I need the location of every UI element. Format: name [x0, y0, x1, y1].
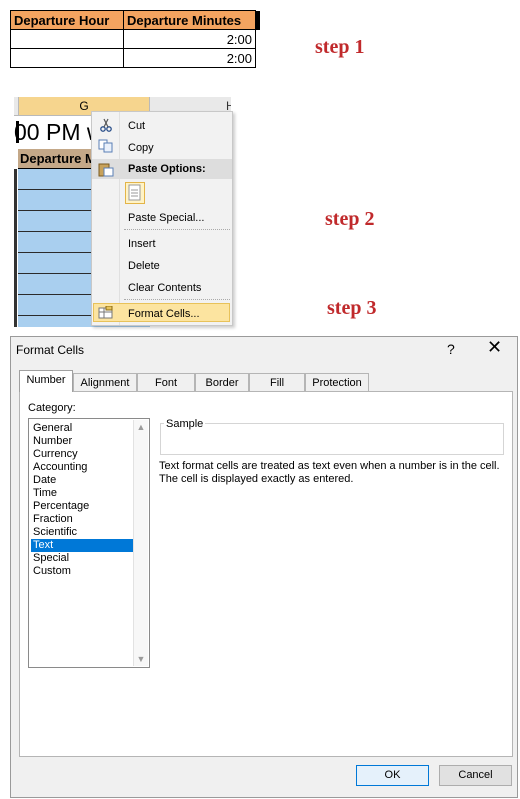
menu-item-paste-special[interactable]: Paste Special...	[128, 211, 204, 225]
menu-separator	[124, 229, 230, 230]
tab-alignment[interactable]: Alignment	[73, 373, 137, 391]
step-3-label: step 3	[327, 297, 377, 319]
selection-edge	[14, 169, 17, 327]
scroll-down-icon[interactable]: ▼	[134, 654, 148, 664]
menu-item-delete[interactable]: Delete	[128, 259, 160, 273]
category-item[interactable]: Scientific	[31, 526, 133, 539]
tab-protection[interactable]: Protection	[305, 373, 369, 391]
scissors-icon	[100, 118, 112, 132]
clipboard-icon	[98, 163, 114, 177]
step-2-label: step 2	[325, 208, 375, 230]
header-departure-hour[interactable]: Departure Hour	[10, 10, 124, 30]
sample-label: Sample	[164, 418, 206, 430]
table-cell-hour[interactable]	[10, 29, 124, 49]
category-item[interactable]: Accounting	[31, 461, 133, 474]
tab-number[interactable]: Number	[19, 370, 73, 392]
format-description: Text format cells are treated as text ev…	[159, 460, 500, 485]
category-item[interactable]: Fraction	[31, 513, 133, 526]
menu-item-copy[interactable]: Copy	[128, 141, 154, 155]
table-cell-minutes[interactable]: 2:00	[123, 48, 256, 68]
context-menu: Cut Copy Paste Options: Paste Special...…	[91, 111, 233, 326]
category-item[interactable]: Currency	[31, 448, 133, 461]
close-icon[interactable]: ✕	[487, 337, 502, 358]
category-label: Category:	[28, 402, 76, 414]
tab-fill[interactable]: Fill	[249, 373, 305, 391]
category-item[interactable]: Custom	[31, 565, 133, 578]
sample-box	[160, 423, 504, 455]
tab-font[interactable]: Font	[137, 373, 195, 391]
menu-item-insert[interactable]: Insert	[128, 237, 156, 251]
category-item-selected[interactable]: Text	[31, 539, 133, 552]
menu-item-format-cells[interactable]: Format Cells...	[128, 307, 200, 321]
header-departure-minutes[interactable]: Departure Minutes	[123, 10, 256, 30]
category-item[interactable]: Percentage	[31, 500, 133, 513]
column-edge	[255, 10, 260, 30]
menu-item-paste-options: Paste Options:	[128, 163, 206, 175]
category-item[interactable]: Date	[31, 474, 133, 487]
format-cells-icon	[98, 306, 113, 319]
tab-panel-number: Category: General Number Currency Accoun…	[19, 391, 513, 757]
menu-separator	[124, 299, 230, 300]
cancel-button[interactable]: Cancel	[439, 765, 512, 786]
copy-icon	[98, 139, 113, 153]
category-scrollbar[interactable]: ▲ ▼	[133, 420, 148, 666]
paste-icon	[128, 184, 141, 201]
menu-item-clear-contents[interactable]: Clear Contents	[128, 281, 201, 295]
step-1-label: step 1	[315, 36, 365, 58]
category-item[interactable]: Time	[31, 487, 133, 500]
paste-option-button[interactable]	[125, 182, 145, 204]
table-cell-hour[interactable]	[10, 48, 124, 68]
category-item[interactable]: Special	[31, 552, 133, 565]
table-cell-minutes[interactable]: 2:00	[123, 29, 256, 49]
cell-border	[16, 121, 19, 143]
format-cells-dialog: Format Cells ? ✕ Number Alignment Font B…	[10, 336, 518, 798]
category-item[interactable]: Number	[31, 435, 133, 448]
category-list[interactable]: General Number Currency Accounting Date …	[28, 418, 150, 668]
tab-border[interactable]: Border	[195, 373, 249, 391]
menu-item-cut[interactable]: Cut	[128, 119, 145, 133]
departure-table: Departure Hour Departure Minutes 2:00 2:…	[10, 10, 260, 68]
scroll-up-icon[interactable]: ▲	[134, 422, 148, 432]
help-button[interactable]: ?	[447, 341, 455, 357]
category-item[interactable]: General	[31, 422, 133, 435]
dialog-title: Format Cells	[16, 343, 85, 357]
ok-button[interactable]: OK	[356, 765, 429, 786]
